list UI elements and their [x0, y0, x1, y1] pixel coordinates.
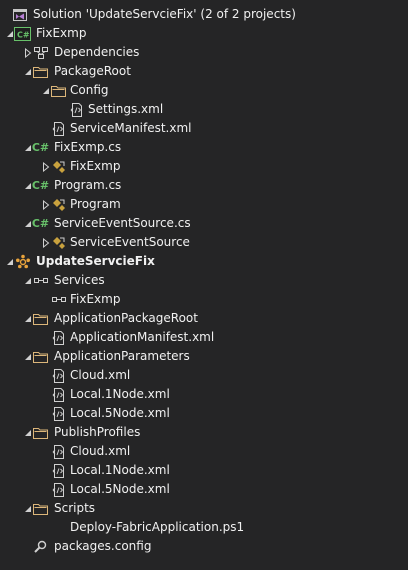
- powershell-file-icon: [50, 519, 67, 536]
- tree-node-label: PackageRoot: [54, 64, 131, 78]
- tree-node[interactable]: Local.1Node.xml: [0, 385, 408, 404]
- tree-node-label: Deploy-FabricApplication.ps1: [70, 520, 245, 534]
- tree-node-label: Cloud.xml: [70, 368, 131, 382]
- xml-file-icon: [50, 481, 67, 498]
- xml-file-icon: [50, 386, 67, 403]
- tree-node[interactable]: Program: [0, 195, 408, 214]
- xml-file-icon: [50, 405, 67, 422]
- tree-node[interactable]: Local.1Node.xml: [0, 461, 408, 480]
- tree-node-label: Local.1Node.xml: [70, 387, 170, 401]
- xml-file-icon: [50, 120, 67, 137]
- tree-node-label: Local.1Node.xml: [70, 463, 170, 477]
- config-file-icon: [32, 538, 49, 555]
- service-ref-icon: [50, 291, 67, 308]
- tree-node-label: ApplicationPackageRoot: [54, 311, 198, 325]
- tree-node[interactable]: PublishProfiles: [0, 423, 408, 442]
- tree-node[interactable]: packages.config: [0, 537, 408, 556]
- class-icon: [50, 234, 67, 251]
- csharp-project-icon: C#: [14, 25, 31, 42]
- tree-node[interactable]: FixExmp: [0, 157, 408, 176]
- tree-node[interactable]: ApplicationManifest.xml: [0, 328, 408, 347]
- xml-file-icon: [50, 329, 67, 346]
- class-icon: [50, 158, 67, 175]
- tree-node-label: ApplicationParameters: [54, 349, 190, 363]
- tree-node-label: UpdateServcieFix: [36, 254, 155, 268]
- tree-node-label: ServiceEventSource: [70, 235, 190, 249]
- tree-node[interactable]: Scripts: [0, 499, 408, 518]
- folder-icon: [32, 310, 49, 327]
- fabric-app-icon: [14, 253, 31, 270]
- tree-node[interactable]: ApplicationParameters: [0, 347, 408, 366]
- tree-node[interactable]: ServiceManifest.xml: [0, 119, 408, 138]
- csharp-file-icon: C#: [31, 141, 50, 154]
- tree-node[interactable]: C# FixExmp.cs: [0, 138, 408, 157]
- csharp-file-icon: C#: [31, 217, 50, 230]
- tree-node-label: Services: [54, 273, 105, 287]
- tree-node-label: ApplicationManifest.xml: [70, 330, 215, 344]
- tree-node[interactable]: Deploy-FabricApplication.ps1: [0, 518, 408, 537]
- tree-node[interactable]: UpdateServcieFix: [0, 252, 408, 271]
- csharp-file-icon: C#: [31, 179, 50, 192]
- tree-node[interactable]: ServiceEventSource: [0, 233, 408, 252]
- tree-node[interactable]: Dependencies: [0, 43, 408, 62]
- tree-node-label: ServiceManifest.xml: [70, 121, 192, 135]
- tree-node-label: Config: [70, 83, 109, 97]
- xml-file-icon: [50, 443, 67, 460]
- folder-icon: [32, 424, 49, 441]
- folder-icon: [32, 348, 49, 365]
- tree-node[interactable]: Config: [0, 81, 408, 100]
- tree-node[interactable]: FixExmp: [0, 290, 408, 309]
- tree-node[interactable]: Local.5Node.xml: [0, 480, 408, 499]
- tree-node-label: Local.5Node.xml: [70, 482, 170, 496]
- tree-node-label: ServiceEventSource.cs: [54, 216, 191, 230]
- tree-node-label: Dependencies: [54, 45, 140, 59]
- tree-node[interactable]: ApplicationPackageRoot: [0, 309, 408, 328]
- dependencies-icon: [32, 44, 49, 61]
- folder-icon: [32, 63, 49, 80]
- tree-node-label: Scripts: [54, 501, 96, 515]
- tree-node-label: Program.cs: [54, 178, 122, 192]
- tree-node[interactable]: Local.5Node.xml: [0, 404, 408, 423]
- tree-node[interactable]: Cloud.xml: [0, 442, 408, 461]
- solution-node[interactable]: Solution 'UpdateServcieFix' (2 of 2 proj…: [0, 5, 408, 24]
- tree-node-label: packages.config: [54, 539, 152, 553]
- tree-node-label: Program: [70, 197, 121, 211]
- tree-node-label: FixExmp: [36, 26, 87, 40]
- tree-node[interactable]: PackageRoot: [0, 62, 408, 81]
- tree-node[interactable]: C# Program.cs: [0, 176, 408, 195]
- xml-file-icon: [50, 367, 67, 384]
- class-icon: [50, 196, 67, 213]
- folder-icon: [50, 82, 67, 99]
- tree-node-label: Settings.xml: [88, 102, 164, 116]
- tree-node[interactable]: Cloud.xml: [0, 366, 408, 385]
- solution-explorer-tree: Solution 'UpdateServcieFix' (2 of 2 proj…: [0, 0, 408, 570]
- xml-file-icon: [50, 462, 67, 479]
- tree-node-label: Cloud.xml: [70, 444, 131, 458]
- solution-icon: [11, 6, 28, 23]
- services-icon: [32, 272, 49, 289]
- xml-file-icon: [68, 101, 85, 118]
- tree-node-label: PublishProfiles: [54, 425, 141, 439]
- solution-label: Solution 'UpdateServcieFix' (2 of 2 proj…: [33, 7, 296, 21]
- tree-node-label: FixExmp: [70, 159, 121, 173]
- tree-node[interactable]: C# ServiceEventSource.cs: [0, 214, 408, 233]
- tree-node[interactable]: Services: [0, 271, 408, 290]
- tree-node[interactable]: Settings.xml: [0, 100, 408, 119]
- tree-node-label: FixExmp.cs: [54, 140, 122, 154]
- folder-icon: [32, 500, 49, 517]
- tree-node[interactable]: C# FixExmp: [0, 24, 408, 43]
- tree-node-label: FixExmp: [70, 292, 121, 306]
- tree-node-label: Local.5Node.xml: [70, 406, 170, 420]
- svg-text:C#: C#: [17, 30, 30, 39]
